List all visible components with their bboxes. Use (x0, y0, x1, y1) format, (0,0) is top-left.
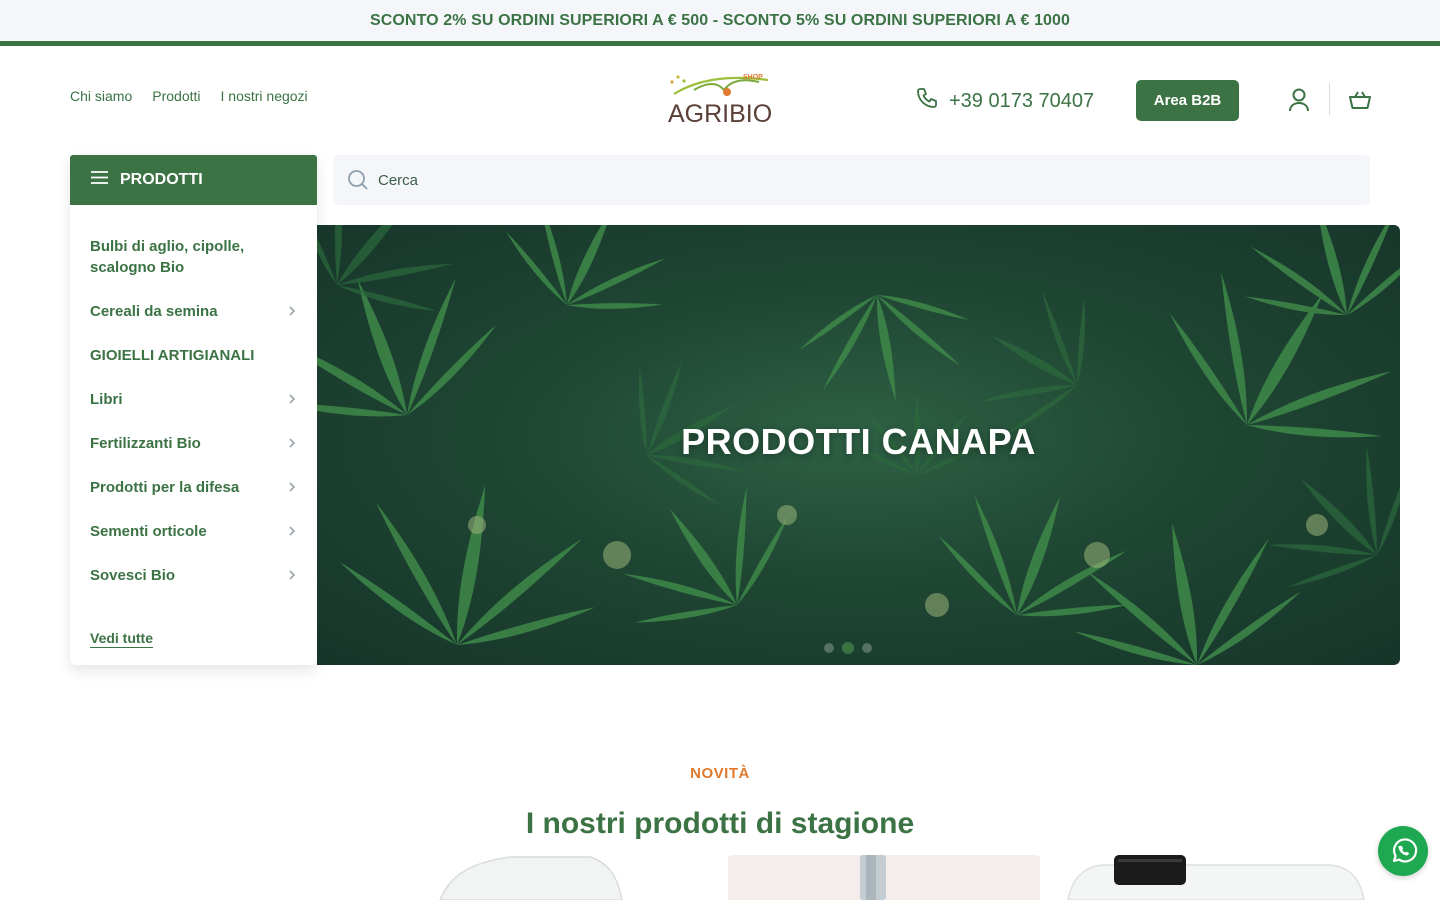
category-menu: PRODOTTI Bulbi di aglio, cipolle, scalog… (70, 155, 317, 665)
user-icon[interactable] (1286, 86, 1312, 114)
category-label: Cereali da semina (90, 302, 218, 320)
section-title: I nostri prodotti di stagione (525, 807, 915, 840)
carousel-dot-active[interactable] (842, 642, 854, 654)
category-item-difesa[interactable]: Prodotti per la difesa (70, 465, 317, 509)
nav-link-chi-siamo[interactable]: Chi siamo (70, 88, 132, 104)
category-label: Bulbi di aglio, cipolle, scalogno Bio (90, 238, 245, 276)
product-card-image[interactable] (390, 855, 702, 900)
category-menu-title: PRODOTTI (120, 171, 203, 188)
product-card-image[interactable] (1066, 855, 1366, 900)
chevron-right-icon (289, 570, 296, 580)
category-label: Sementi orticole (90, 522, 207, 540)
hamburger-icon (90, 168, 109, 192)
search-input[interactable] (378, 171, 1278, 189)
header-divider (1329, 83, 1330, 115)
category-item-cereali[interactable]: Cereali da semina (70, 289, 317, 333)
header-nav: Chi siamo Prodotti I nostri negozi (70, 88, 308, 104)
category-label: Prodotti per la difesa (90, 478, 240, 496)
chevron-right-icon (289, 526, 296, 536)
logo-text: AGRIBIO (668, 100, 772, 128)
category-label: Fertilizzanti Bio (90, 434, 201, 452)
category-item-libri[interactable]: Libri (70, 377, 317, 421)
search-bar (333, 155, 1370, 205)
category-item-gioielli[interactable]: GIOIELLI ARTIGIANALI (70, 333, 317, 377)
phone-link[interactable]: +39 0173 70407 (915, 86, 1094, 116)
category-item-sementi[interactable]: Sementi orticole (70, 509, 317, 553)
nav-link-negozi[interactable]: I nostri negozi (221, 88, 308, 104)
hero-banner[interactable]: PRODOTTI CANAPA (317, 225, 1400, 665)
chevron-right-icon (289, 438, 296, 448)
category-label: Libri (90, 390, 123, 408)
product-card-image[interactable] (728, 855, 1040, 900)
phone-number: +39 0173 70407 (949, 89, 1095, 112)
category-item-fertilizzanti[interactable]: Fertilizzanti Bio (70, 421, 317, 465)
chevron-right-icon (289, 482, 296, 492)
hero-title: PRODOTTI CANAPA (681, 421, 1036, 462)
phone-icon (915, 86, 939, 116)
carousel-dots (824, 642, 872, 654)
nav-link-prodotti[interactable]: Prodotti (152, 88, 200, 104)
see-all-link[interactable]: Vedi tutte (90, 630, 154, 648)
promo-text: SCONTO 2% SU ORDINI SUPERIORI A € 500 - … (369, 11, 1071, 29)
logo[interactable]: SHOP AGRIBIO (664, 68, 776, 128)
category-label: GIOIELLI ARTIGIANALI (90, 346, 255, 364)
category-item-sovesci[interactable]: Sovesci Bio (70, 553, 317, 597)
section-eyebrow: NOVITÀ (690, 765, 750, 782)
logo-badge: SHOP (743, 74, 763, 81)
carousel-dot[interactable] (862, 643, 872, 653)
category-item-bulbi[interactable]: Bulbi di aglio, cipolle, scalogno Bio (70, 225, 317, 289)
whatsapp-icon (1392, 838, 1418, 863)
promo-divider (0, 41, 1440, 46)
category-list: Bulbi di aglio, cipolle, scalogno Bio Ce… (70, 205, 317, 597)
basket-icon[interactable] (1347, 86, 1373, 114)
whatsapp-button[interactable] (1378, 826, 1428, 876)
carousel-dot[interactable] (824, 643, 834, 653)
category-menu-header[interactable]: PRODOTTI (70, 155, 317, 205)
chevron-right-icon (289, 306, 296, 316)
category-label: Sovesci Bio (90, 566, 176, 584)
promo-banner: SCONTO 2% SU ORDINI SUPERIORI A € 500 - … (0, 0, 1440, 41)
search-icon (348, 170, 368, 190)
area-b2b-button[interactable]: Area B2B (1136, 80, 1239, 121)
chevron-right-icon (289, 394, 296, 404)
